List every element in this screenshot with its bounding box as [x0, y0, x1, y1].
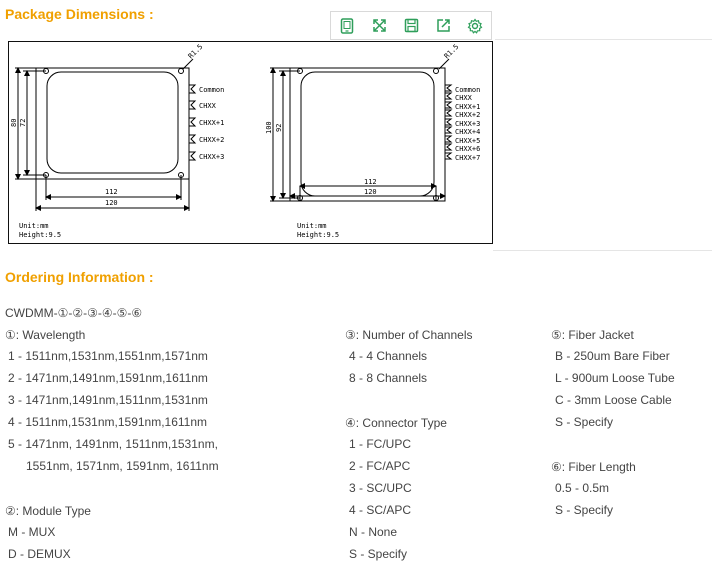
left-inner-width: 112: [105, 188, 118, 196]
save-icon[interactable]: [400, 15, 422, 37]
left-port-label: CHXX+2: [199, 136, 224, 144]
expand-icon[interactable]: [368, 15, 390, 37]
wavelength-option: 2 - 1471nm,1491nm,1591nm,1611nm: [8, 371, 208, 385]
right-port-label: CHXX: [455, 94, 473, 102]
channels-option: 4 - 4 Channels: [349, 349, 428, 363]
channels-option: 8 - 8 Channels: [349, 371, 428, 385]
right-inner-width: 112: [364, 178, 377, 186]
ordering-information-title: Ordering Information :: [5, 269, 154, 285]
right-port-label: CHXX+2: [455, 111, 480, 119]
right-port-label: Common: [455, 86, 480, 94]
right-port-label: CHXX+3: [455, 120, 480, 128]
wavelength-option: 1 - 1511nm,1531nm,1551nm,1571nm: [8, 349, 208, 363]
left-radius-label: R1.5: [187, 43, 205, 61]
left-port-label: CHXX+1: [199, 119, 224, 127]
fiber-jacket-option: L - 900um Loose Tube: [555, 371, 675, 385]
left-port-label: CHXX+3: [199, 153, 224, 161]
right-port-label: CHXX+5: [455, 137, 480, 145]
module-type-title: ②: Module Type: [5, 504, 91, 518]
right-port-label: CHXX+1: [455, 103, 480, 111]
connector-option: S - Specify: [349, 547, 408, 561]
package-drawing: R1.5 Common CHXX CHXX+1 CHXX+2 CHXX+3 11…: [8, 41, 493, 244]
module-type-option: M - MUX: [8, 525, 56, 539]
left-package-outline: [35, 67, 190, 180]
connector-title: ④: Connector Type: [345, 416, 447, 430]
left-mount-hole: [178, 68, 184, 74]
fiber-jacket-title: ⑤: Fiber Jacket: [551, 328, 634, 342]
channels-title: ③: Number of Channels: [345, 328, 473, 342]
right-height-note: Height:9.5: [297, 231, 339, 239]
right-unit-note: Unit:mm: [297, 222, 327, 230]
right-inner-height: 92: [275, 124, 283, 132]
right-port-label: CHXX+4: [455, 128, 480, 136]
right-outer-width: 120: [364, 188, 377, 196]
connector-option: 1 - FC/UPC: [349, 437, 412, 451]
wavelength-option: 5 - 1471nm, 1491nm, 1511nm,1531nm,: [8, 437, 218, 451]
wavelength-title: ①: Wavelength: [5, 328, 86, 342]
fiber-length-option: S - Specify: [555, 503, 614, 517]
right-port-label: CHXX+6: [455, 145, 480, 153]
right-port-label: CHXX+7: [455, 154, 480, 162]
right-outer-height: 100: [265, 121, 273, 134]
tablet-icon[interactable]: [336, 15, 358, 37]
settings-icon[interactable]: [464, 15, 486, 37]
connector-option: 2 - FC/APC: [349, 459, 411, 473]
left-height-note: Height:9.5: [19, 231, 61, 239]
connector-option: 3 - SC/UPC: [349, 481, 412, 495]
left-port-label: CHXX: [199, 102, 217, 110]
divider: [493, 250, 712, 251]
fiber-jacket-option: S - Specify: [555, 415, 614, 429]
left-port-label: Common: [199, 86, 224, 94]
wavelength-option: 4 - 1511nm,1531nm,1591nm,1611nm: [8, 415, 208, 429]
wavelength-option: 3 - 1471nm,1491nm,1511nm,1531nm: [8, 393, 208, 407]
part-number-code: CWDMM-①-②-③-④-⑤-⑥: [5, 306, 143, 320]
left-outer-width: 120: [105, 199, 118, 207]
fiber-length-option: 0.5 - 0.5m: [555, 481, 610, 495]
left-package-inner: [46, 71, 179, 174]
right-radius-label: R1.5: [443, 43, 461, 61]
right-mount-hole: [433, 68, 439, 74]
left-outer-height: 80: [10, 119, 18, 127]
left-unit-note: Unit:mm: [19, 222, 49, 230]
image-toolbar: [330, 11, 492, 40]
package-dimensions-title: Package Dimensions :: [5, 6, 154, 22]
fiber-length-title: ⑥: Fiber Length: [551, 460, 636, 474]
left-inner-height: 72: [19, 119, 27, 127]
divider: [495, 39, 712, 40]
fiber-jacket-option: C - 3mm Loose Cable: [555, 393, 672, 407]
module-type-option: D - DEMUX: [8, 547, 71, 561]
share-icon[interactable]: [432, 15, 454, 37]
fiber-jacket-option: B - 250um Bare Fiber: [555, 349, 670, 363]
wavelength-option-continued: 1551nm, 1571nm, 1591nm, 1611nm: [26, 459, 219, 473]
connector-option: N - None: [349, 525, 398, 539]
connector-option: 4 - SC/APC: [349, 503, 412, 517]
